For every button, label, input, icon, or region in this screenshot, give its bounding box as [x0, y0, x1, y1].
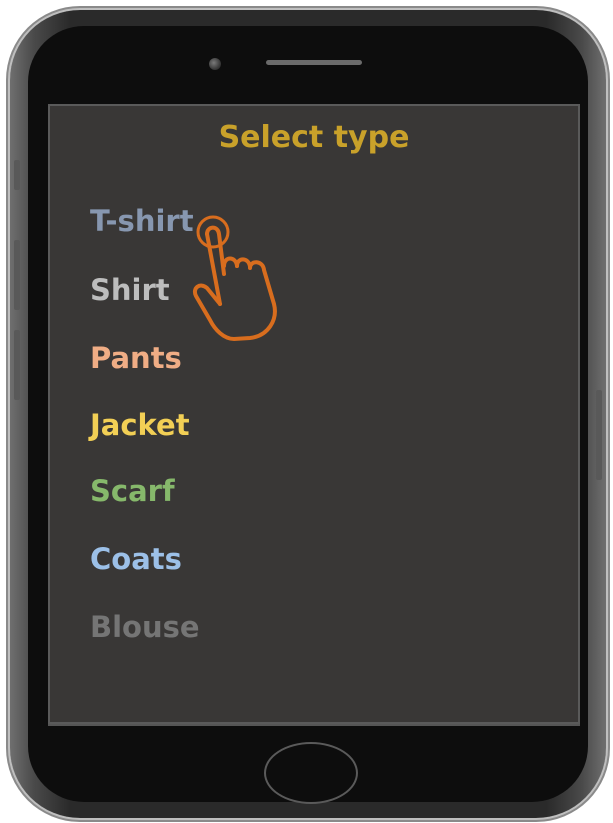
option-blouse[interactable]: Blouse	[90, 610, 200, 644]
option-scarf[interactable]: Scarf	[90, 474, 175, 508]
front-camera-icon	[209, 58, 221, 70]
option-jacket[interactable]: Jacket	[90, 408, 190, 442]
phone-mockup: Select type T-shirt Shirt Pants Jacket S…	[0, 0, 613, 823]
screen-divider	[48, 724, 580, 726]
home-button[interactable]	[264, 742, 358, 804]
volume-down-button	[14, 330, 20, 400]
power-button	[596, 390, 602, 480]
option-shirt[interactable]: Shirt	[90, 273, 170, 307]
earpiece-speaker	[266, 60, 362, 65]
option-pants[interactable]: Pants	[90, 341, 182, 375]
screen-title: Select type	[218, 120, 410, 155]
volume-up-button	[14, 240, 20, 310]
mute-switch	[14, 160, 20, 190]
option-t-shirt[interactable]: T-shirt	[90, 204, 194, 238]
app-screen: Select type T-shirt Shirt Pants Jacket S…	[48, 104, 580, 724]
option-coats[interactable]: Coats	[90, 542, 182, 576]
